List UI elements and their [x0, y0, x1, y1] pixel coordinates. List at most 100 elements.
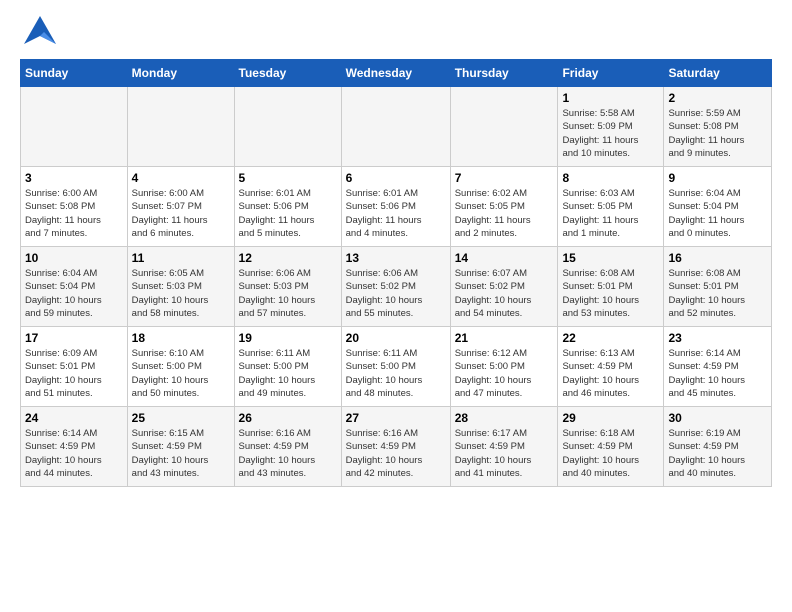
day-number: 14: [455, 251, 554, 265]
week-row-4: 17 Sunrise: 6:09 AM Sunset: 5:01 PM Dayli…: [21, 327, 772, 407]
calendar-cell: 24Sunrise: 6:14 AM Sunset: 4:59 PM Dayli…: [21, 407, 128, 487]
day-number: 1: [562, 91, 659, 105]
day-number: 25: [132, 411, 230, 425]
cell-info: Sunrise: 6:16 AM Sunset: 4:59 PM Dayligh…: [346, 427, 446, 480]
calendar-cell: 23Sunrise: 6:14 AM Sunset: 4:59 PM Dayli…: [664, 327, 772, 407]
cell-info: Sunrise: 6:06 AM Sunset: 5:02 PM Dayligh…: [346, 267, 446, 320]
cell-info: Sunrise: 6:01 AM Sunset: 5:06 PM Dayligh…: [239, 187, 337, 240]
cell-info: Sunrise: 6:03 AM Sunset: 5:05 PM Dayligh…: [562, 187, 659, 240]
calendar-cell: 17 Sunrise: 6:09 AM Sunset: 5:01 PM Dayli…: [21, 327, 128, 407]
weekday-header-row: SundayMondayTuesdayWednesdayThursdayFrid…: [21, 60, 772, 87]
cell-info: Sunrise: 6:01 AM Sunset: 5:06 PM Dayligh…: [346, 187, 446, 240]
calendar-cell: 14 Sunrise: 6:07 AM Sunset: 5:02 PM Dayli…: [450, 247, 558, 327]
calendar-cell: 10 Sunrise: 6:04 AM Sunset: 5:04 PM Dayli…: [21, 247, 128, 327]
cell-info: Sunrise: 6:11 AM Sunset: 5:00 PM Dayligh…: [239, 347, 337, 400]
calendar-cell: [234, 87, 341, 167]
weekday-header-thursday: Thursday: [450, 60, 558, 87]
calendar-cell: 11 Sunrise: 6:05 AM Sunset: 5:03 PM Dayli…: [127, 247, 234, 327]
week-row-2: 3Sunrise: 6:00 AM Sunset: 5:08 PM Daylig…: [21, 167, 772, 247]
day-number: 4: [132, 171, 230, 185]
calendar-cell: 28 Sunrise: 6:17 AM Sunset: 4:59 PM Dayli…: [450, 407, 558, 487]
cell-info: Sunrise: 6:12 AM Sunset: 5:00 PM Dayligh…: [455, 347, 554, 400]
cell-info: Sunrise: 6:09 AM Sunset: 5:01 PM Dayligh…: [25, 347, 123, 400]
calendar-cell: 3Sunrise: 6:00 AM Sunset: 5:08 PM Daylig…: [21, 167, 128, 247]
cell-info: Sunrise: 6:19 AM Sunset: 4:59 PM Dayligh…: [668, 427, 767, 480]
calendar-cell: [21, 87, 128, 167]
calendar-cell: [127, 87, 234, 167]
calendar-cell: 29Sunrise: 6:18 AM Sunset: 4:59 PM Dayli…: [558, 407, 664, 487]
calendar-cell: 6 Sunrise: 6:01 AM Sunset: 5:06 PM Daylig…: [341, 167, 450, 247]
day-number: 5: [239, 171, 337, 185]
week-row-1: 1 Sunrise: 5:58 AM Sunset: 5:09 PM Daylig…: [21, 87, 772, 167]
cell-info: Sunrise: 6:08 AM Sunset: 5:01 PM Dayligh…: [562, 267, 659, 320]
day-number: 11: [132, 251, 230, 265]
day-number: 27: [346, 411, 446, 425]
day-number: 13: [346, 251, 446, 265]
logo: [20, 20, 56, 49]
day-number: 9: [668, 171, 767, 185]
calendar-cell: 5 Sunrise: 6:01 AM Sunset: 5:06 PM Daylig…: [234, 167, 341, 247]
calendar-cell: 15 Sunrise: 6:08 AM Sunset: 5:01 PM Dayli…: [558, 247, 664, 327]
calendar-cell: 22 Sunrise: 6:13 AM Sunset: 4:59 PM Dayli…: [558, 327, 664, 407]
calendar-cell: 20 Sunrise: 6:11 AM Sunset: 5:00 PM Dayli…: [341, 327, 450, 407]
day-number: 26: [239, 411, 337, 425]
weekday-header-monday: Monday: [127, 60, 234, 87]
calendar-cell: 4 Sunrise: 6:00 AM Sunset: 5:07 PM Daylig…: [127, 167, 234, 247]
calendar-cell: 16 Sunrise: 6:08 AM Sunset: 5:01 PM Dayli…: [664, 247, 772, 327]
week-row-5: 24Sunrise: 6:14 AM Sunset: 4:59 PM Dayli…: [21, 407, 772, 487]
calendar-cell: [450, 87, 558, 167]
day-number: 19: [239, 331, 337, 345]
cell-info: Sunrise: 6:07 AM Sunset: 5:02 PM Dayligh…: [455, 267, 554, 320]
weekday-header-friday: Friday: [558, 60, 664, 87]
day-number: 10: [25, 251, 123, 265]
cell-info: Sunrise: 6:04 AM Sunset: 5:04 PM Dayligh…: [668, 187, 767, 240]
cell-info: Sunrise: 6:08 AM Sunset: 5:01 PM Dayligh…: [668, 267, 767, 320]
calendar-cell: 1 Sunrise: 5:58 AM Sunset: 5:09 PM Daylig…: [558, 87, 664, 167]
day-number: 7: [455, 171, 554, 185]
page: SundayMondayTuesdayWednesdayThursdayFrid…: [0, 0, 792, 497]
weekday-header-wednesday: Wednesday: [341, 60, 450, 87]
calendar-cell: 19 Sunrise: 6:11 AM Sunset: 5:00 PM Dayli…: [234, 327, 341, 407]
day-number: 28: [455, 411, 554, 425]
calendar-cell: 8 Sunrise: 6:03 AM Sunset: 5:05 PM Daylig…: [558, 167, 664, 247]
day-number: 21: [455, 331, 554, 345]
calendar-cell: 26 Sunrise: 6:16 AM Sunset: 4:59 PM Dayli…: [234, 407, 341, 487]
cell-info: Sunrise: 6:11 AM Sunset: 5:00 PM Dayligh…: [346, 347, 446, 400]
day-number: 15: [562, 251, 659, 265]
calendar-cell: 12Sunrise: 6:06 AM Sunset: 5:03 PM Dayli…: [234, 247, 341, 327]
cell-info: Sunrise: 6:13 AM Sunset: 4:59 PM Dayligh…: [562, 347, 659, 400]
day-number: 20: [346, 331, 446, 345]
cell-info: Sunrise: 6:16 AM Sunset: 4:59 PM Dayligh…: [239, 427, 337, 480]
cell-info: Sunrise: 6:06 AM Sunset: 5:03 PM Dayligh…: [239, 267, 337, 320]
day-number: 18: [132, 331, 230, 345]
weekday-header-saturday: Saturday: [664, 60, 772, 87]
day-number: 6: [346, 171, 446, 185]
week-row-3: 10 Sunrise: 6:04 AM Sunset: 5:04 PM Dayli…: [21, 247, 772, 327]
calendar-cell: 18 Sunrise: 6:10 AM Sunset: 5:00 PM Dayli…: [127, 327, 234, 407]
calendar-cell: 27 Sunrise: 6:16 AM Sunset: 4:59 PM Dayli…: [341, 407, 450, 487]
calendar-cell: 21 Sunrise: 6:12 AM Sunset: 5:00 PM Dayli…: [450, 327, 558, 407]
day-number: 22: [562, 331, 659, 345]
calendar-cell: 2Sunrise: 5:59 AM Sunset: 5:08 PM Daylig…: [664, 87, 772, 167]
logo-bird-icon: [24, 16, 56, 49]
cell-info: Sunrise: 5:59 AM Sunset: 5:08 PM Dayligh…: [668, 107, 767, 160]
cell-info: Sunrise: 6:15 AM Sunset: 4:59 PM Dayligh…: [132, 427, 230, 480]
cell-info: Sunrise: 6:04 AM Sunset: 5:04 PM Dayligh…: [25, 267, 123, 320]
day-number: 16: [668, 251, 767, 265]
day-number: 17: [25, 331, 123, 345]
day-number: 8: [562, 171, 659, 185]
cell-info: Sunrise: 6:00 AM Sunset: 5:07 PM Dayligh…: [132, 187, 230, 240]
cell-info: Sunrise: 6:17 AM Sunset: 4:59 PM Dayligh…: [455, 427, 554, 480]
calendar-cell: [341, 87, 450, 167]
cell-info: Sunrise: 6:05 AM Sunset: 5:03 PM Dayligh…: [132, 267, 230, 320]
cell-info: Sunrise: 6:00 AM Sunset: 5:08 PM Dayligh…: [25, 187, 123, 240]
cell-info: Sunrise: 6:18 AM Sunset: 4:59 PM Dayligh…: [562, 427, 659, 480]
calendar-cell: 25 Sunrise: 6:15 AM Sunset: 4:59 PM Dayli…: [127, 407, 234, 487]
day-number: 23: [668, 331, 767, 345]
cell-info: Sunrise: 6:10 AM Sunset: 5:00 PM Dayligh…: [132, 347, 230, 400]
cell-info: Sunrise: 5:58 AM Sunset: 5:09 PM Dayligh…: [562, 107, 659, 160]
weekday-header-tuesday: Tuesday: [234, 60, 341, 87]
header: [20, 20, 772, 49]
day-number: 30: [668, 411, 767, 425]
calendar-cell: 9 Sunrise: 6:04 AM Sunset: 5:04 PM Daylig…: [664, 167, 772, 247]
